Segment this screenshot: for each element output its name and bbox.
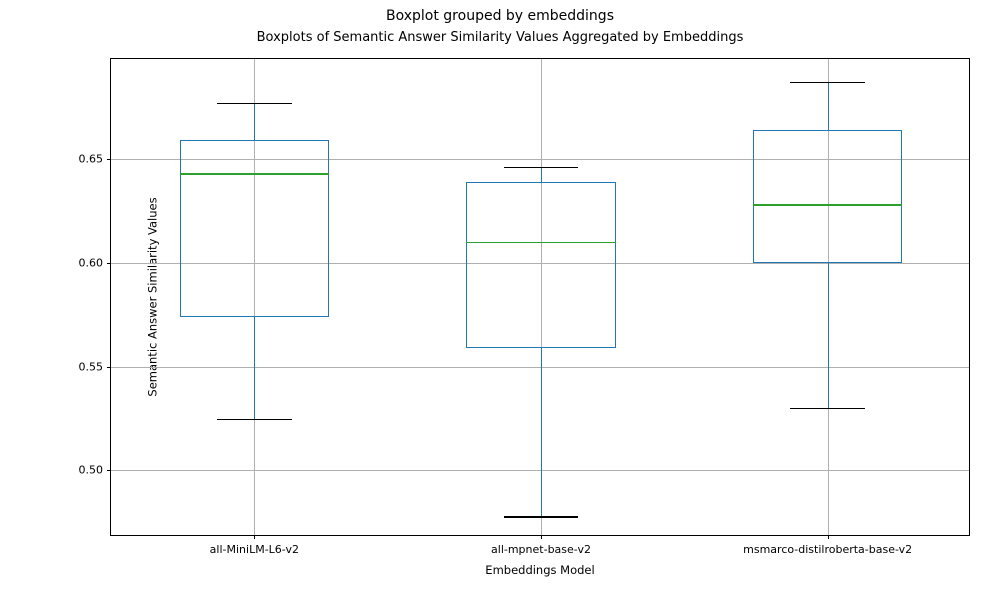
box-rect — [180, 140, 329, 317]
chart-title: Boxplots of Semantic Answer Similarity V… — [0, 30, 1000, 45]
whisker-upper — [254, 103, 255, 140]
y-tick-label: 0.65 — [79, 152, 104, 165]
gridline-h — [111, 470, 969, 471]
axes-area: Semantic Answer Similarity Values Embedd… — [110, 58, 970, 536]
whisker-cap-bottom — [790, 408, 865, 409]
x-axis-label: Embeddings Model — [485, 563, 594, 577]
box-rect — [753, 130, 902, 263]
gridline-h — [111, 367, 969, 368]
x-tick-mark — [541, 535, 542, 539]
x-tick-label: msmarco-distilroberta-base-v2 — [743, 543, 912, 556]
whisker-cap-top — [217, 103, 292, 104]
whisker-cap-bottom — [217, 419, 292, 420]
x-tick-label: all-MiniLM-L6-v2 — [210, 543, 299, 556]
whisker-cap-top — [504, 167, 579, 168]
median-line — [180, 173, 329, 174]
y-tick-mark — [107, 159, 111, 160]
whisker-lower — [828, 263, 829, 408]
whisker-upper — [828, 82, 829, 130]
whisker-lower — [541, 348, 542, 516]
median-line — [466, 242, 615, 243]
x-tick-mark — [254, 535, 255, 539]
box-rect — [466, 182, 615, 348]
x-tick-mark — [828, 535, 829, 539]
whisker-upper — [541, 167, 542, 182]
whisker-cap-bottom — [504, 516, 579, 517]
chart-suptitle: Boxplot grouped by embeddings — [0, 8, 1000, 24]
y-tick-label: 0.55 — [79, 360, 104, 373]
median-line — [753, 204, 902, 205]
y-tick-mark — [107, 470, 111, 471]
whisker-lower — [254, 317, 255, 419]
x-tick-label: all-mpnet-base-v2 — [491, 543, 591, 556]
y-tick-label: 0.50 — [79, 464, 104, 477]
y-tick-mark — [107, 367, 111, 368]
y-tick-label: 0.60 — [79, 256, 104, 269]
y-tick-mark — [107, 263, 111, 264]
whisker-cap-top — [790, 82, 865, 83]
figure: Boxplot grouped by embeddings Boxplots o… — [0, 0, 1000, 600]
